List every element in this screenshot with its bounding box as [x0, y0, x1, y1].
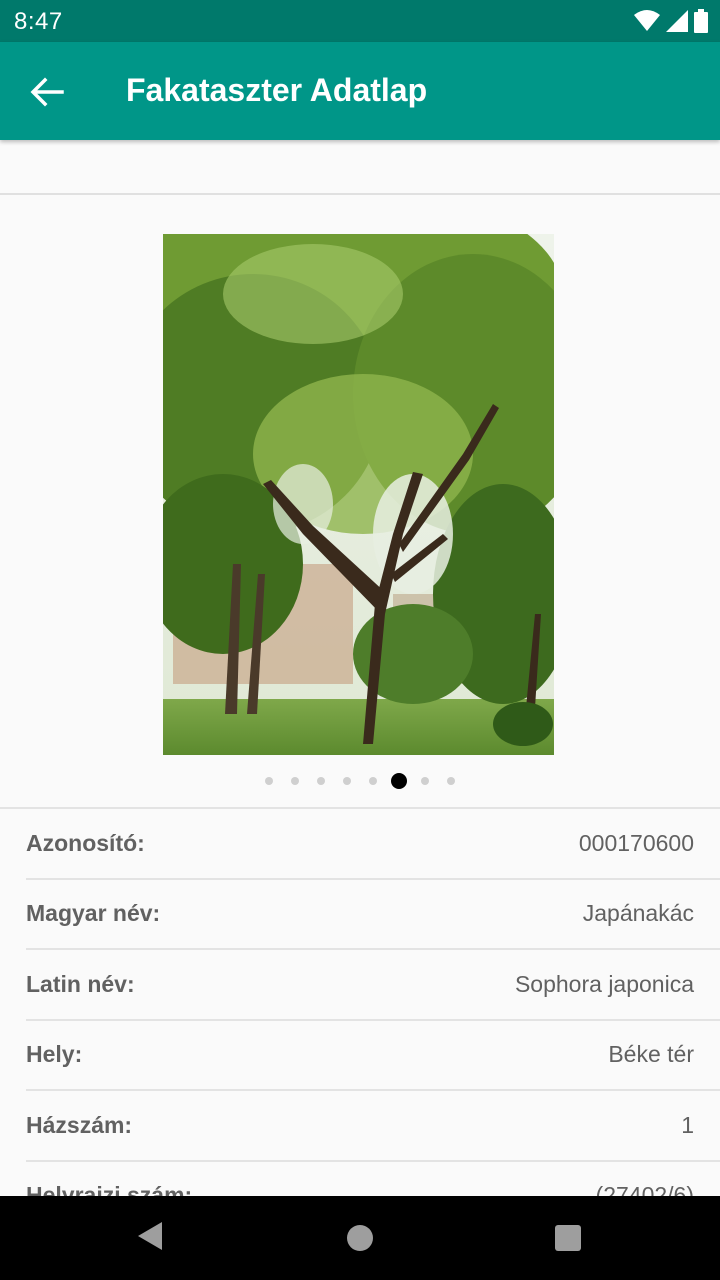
detail-row-id: Azonosító: 000170600	[26, 810, 720, 880]
detail-row-location: Hely: Béke tér	[26, 1021, 720, 1091]
header-divider	[0, 193, 720, 195]
details-divider	[0, 807, 720, 809]
nav-recents-icon[interactable]	[554, 1224, 582, 1252]
nav-home-icon[interactable]	[346, 1224, 374, 1252]
detail-label: Hely:	[26, 1041, 83, 1067]
tree-photo[interactable]	[163, 234, 554, 755]
row-divider	[26, 1089, 720, 1091]
wifi-icon	[634, 10, 660, 31]
system-nav-bar	[0, 1196, 720, 1280]
detail-row-hungarian-name: Magyar név: Japánakác	[26, 880, 720, 950]
status-time: 8:47	[14, 8, 63, 35]
detail-value: Sophora japonica	[514, 971, 694, 997]
page-title: Fakataszter Adatlap	[126, 72, 428, 108]
pager-dot[interactable]	[369, 777, 377, 785]
detail-value: 1	[681, 1112, 694, 1138]
pager-dot[interactable]	[421, 777, 429, 785]
detail-value: 000170600	[578, 830, 694, 856]
pager-dot[interactable]	[447, 777, 455, 785]
gallery-pager	[0, 772, 720, 790]
tree-photo-image	[163, 234, 554, 755]
nav-back-icon[interactable]	[136, 1220, 164, 1252]
status-icons	[634, 9, 708, 33]
detail-label: Azonosító:	[26, 830, 145, 856]
pager-dot[interactable]	[265, 777, 273, 785]
battery-icon	[694, 9, 708, 33]
back-arrow-icon[interactable]	[28, 73, 66, 111]
detail-label: Házszám:	[26, 1112, 133, 1138]
pager-dot[interactable]	[317, 777, 325, 785]
pager-dot[interactable]	[343, 777, 351, 785]
detail-row-latin-name: Latin név: Sophora japonica	[26, 951, 720, 1021]
detail-label: Magyar név:	[26, 900, 161, 926]
pager-dot[interactable]	[291, 777, 299, 785]
detail-row-house-number: Házszám: 1	[26, 1092, 720, 1162]
app-bar: Fakataszter Adatlap	[0, 42, 720, 140]
detail-value: Béke tér	[608, 1041, 694, 1067]
status-bar: 8:47	[0, 0, 720, 42]
detail-label: Latin név:	[26, 971, 135, 997]
detail-value: Japánakác	[582, 900, 694, 926]
pager-dot-active[interactable]	[391, 773, 407, 789]
signal-icon	[666, 10, 688, 32]
row-divider	[26, 948, 720, 950]
